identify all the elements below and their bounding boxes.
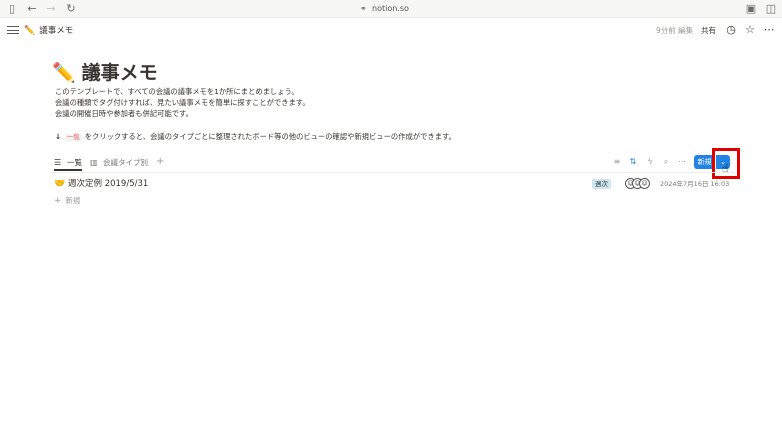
tabs-icon[interactable]: ◫ xyxy=(764,2,778,16)
view-options-icon[interactable]: ⋯ xyxy=(676,155,688,168)
tab-list-view[interactable]: ☰ 一覧 xyxy=(54,154,82,171)
reload-icon[interactable]: ↻ xyxy=(64,2,78,16)
back-icon[interactable]: ← xyxy=(25,2,39,16)
forward-icon[interactable]: → xyxy=(44,2,58,16)
list-item[interactable]: 🤝 週次定例 2019/5/31 週次 ☺ ☺ ☺ 2024年7月16日 16:… xyxy=(52,177,734,191)
extension-icon[interactable]: ▣ xyxy=(744,2,758,16)
menu-icon[interactable] xyxy=(7,24,19,36)
pencil-icon: ✏️ xyxy=(24,26,36,36)
handshake-icon: 🤝 xyxy=(54,179,66,189)
address-bar[interactable]: ⚭ notion.so xyxy=(360,3,440,15)
divider xyxy=(52,172,734,173)
tab-label: 一覧 xyxy=(67,158,82,167)
page-title-icon[interactable]: ✏️ xyxy=(52,62,76,84)
list-icon: ☰ xyxy=(54,158,62,167)
page-title[interactable]: ✏️ 議事メモ xyxy=(52,60,158,86)
breadcrumb-label: 議事メモ xyxy=(39,26,74,36)
participant-avatars: ☺ ☺ ☺ xyxy=(625,178,651,190)
plus-icon: + xyxy=(54,196,62,206)
add-view-button[interactable]: + xyxy=(156,154,164,170)
description-line: 会議の開催日時や参加者も併記可能です。 xyxy=(55,109,193,118)
notion-topbar: ✏️ 議事メモ 9分前 編集 共有 ◷ ☆ ⋯ xyxy=(0,20,782,42)
meeting-type-tag: 週次 xyxy=(592,179,611,189)
sidebar-toggle-icon[interactable]: ▯ xyxy=(5,2,19,16)
view-hint: ↓ 一覧 をクリックすると、会議のタイプごとに整理されたボード等の他のビューの確認や… xyxy=(55,131,456,143)
sort-icon[interactable]: ⇅ xyxy=(627,155,639,168)
pointer-cursor-icon: ☝ xyxy=(722,162,729,175)
url-text: notion.so xyxy=(372,4,409,13)
item-date: 2024年7月16日 16:03 xyxy=(660,180,730,188)
link-icon: ⚭ xyxy=(360,4,367,13)
tab-meeting-type-view[interactable]: ▥ 会議タイプ別 xyxy=(90,154,148,171)
search-icon[interactable]: ⌕ xyxy=(660,155,672,168)
favorite-star-icon[interactable]: ☆ xyxy=(743,23,757,37)
hint-text: をクリックすると、会議のタイプごとに整理されたボード等の他のビューの確認や新規ビ… xyxy=(84,132,456,141)
description-line: このテンプレートで、すべての会議の議事メモを1か所にまとめましょう。 xyxy=(55,87,299,96)
more-options-icon[interactable]: ⋯ xyxy=(762,23,776,37)
board-icon: ▥ xyxy=(90,158,98,167)
share-button[interactable]: 共有 xyxy=(701,24,716,38)
automation-bolt-icon[interactable]: ϟ xyxy=(644,155,656,168)
description-line: 会議の種類でタグ付けすれば、見たい議事メモを簡単に探すことができます。 xyxy=(55,98,310,107)
browser-toolbar: ▯ ← → ↻ ⚭ notion.so ▣ ◫ xyxy=(0,0,782,18)
breadcrumb[interactable]: ✏️ 議事メモ xyxy=(24,24,73,38)
history-icon[interactable]: ◷ xyxy=(724,23,738,37)
down-arrow-icon: ↓ xyxy=(55,132,62,141)
page-title-text: 議事メモ xyxy=(81,62,158,84)
inline-code: 一覧 xyxy=(65,134,82,141)
avatar: ☺ xyxy=(639,178,650,189)
edited-status: 9分前 編集 xyxy=(656,26,694,35)
add-new-row[interactable]: + 新規 xyxy=(54,195,80,207)
tab-label: 会議タイプ別 xyxy=(103,158,148,167)
filter-icon[interactable]: ≡ xyxy=(611,155,623,168)
new-row-label: 新規 xyxy=(65,196,81,205)
item-title[interactable]: 週次定例 2019/5/31 xyxy=(68,177,148,191)
